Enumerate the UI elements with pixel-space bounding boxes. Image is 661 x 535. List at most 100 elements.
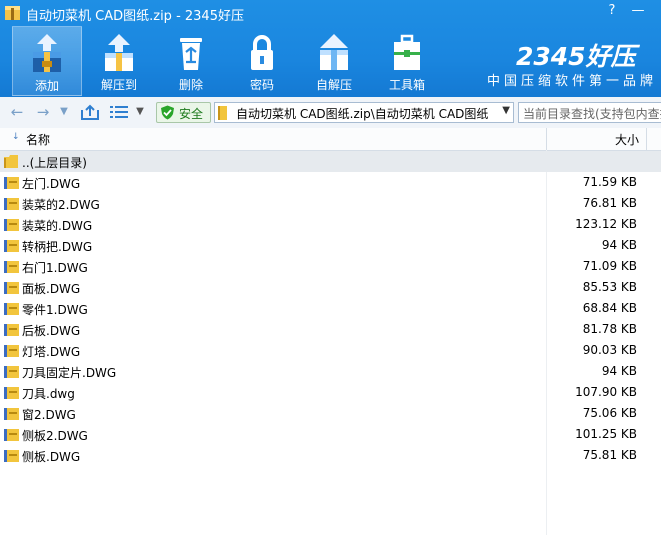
view-dropdown-icon[interactable]: ▼ [134, 103, 146, 121]
toolbar-area: 自动切菜机 CAD图纸.zip - 2345好压 ? — 添加 解压到 删除 密… [0, 0, 661, 97]
file-size: 75.81 KB [582, 448, 637, 462]
file-size: 90.03 KB [582, 343, 637, 357]
dwg-file-icon [4, 261, 19, 273]
file-name: 侧板.DWG [22, 450, 81, 464]
dwg-file-icon [4, 303, 19, 315]
file-row[interactable]: 装菜的2.DWG 76.81 KB [0, 193, 661, 214]
password-button-label: 密码 [249, 78, 274, 92]
file-row[interactable]: 侧板.DWG 75.81 KB [0, 445, 661, 466]
file-name: 窗2.DWG [22, 408, 76, 422]
file-row[interactable]: 装菜的.DWG 123.12 KB [0, 214, 661, 235]
file-list: ..(上层目录) 左门.DWG 71.59 KB 装菜的2.DWG 76.81 … [0, 151, 661, 535]
brand-slogan: 中国压缩软件第一品牌 [487, 74, 658, 89]
dwg-file-icon [4, 219, 19, 231]
extract-to-button-label: 解压到 [100, 78, 137, 92]
add-button-label: 添加 [34, 79, 59, 93]
dwg-file-icon [4, 177, 19, 189]
minimize-icon[interactable]: — [629, 3, 647, 19]
size-column-header[interactable]: 大小 [547, 128, 647, 150]
file-name: 刀具固定片.DWG [22, 366, 117, 380]
file-size: 101.25 KB [575, 427, 637, 441]
dwg-file-icon [4, 282, 19, 294]
dwg-file-icon [4, 366, 19, 378]
up-folder-icon[interactable] [80, 104, 100, 121]
title-bar: 自动切菜机 CAD图纸.zip - 2345好压 ? — [0, 0, 661, 26]
path-dropdown-icon[interactable]: ▼ [502, 105, 510, 116]
delete-button[interactable]: 删除 [156, 26, 226, 96]
dwg-file-icon [4, 429, 19, 441]
add-archive-icon [33, 34, 61, 72]
forward-arrow-icon[interactable]: → [34, 103, 52, 121]
path-text: 自动切菜机 CAD图纸.zip\自动切菜机 CAD图纸 [236, 107, 489, 121]
padlock-icon [251, 35, 273, 70]
safe-badge[interactable]: 安全 [156, 102, 211, 123]
file-name: 零件1.DWG [22, 303, 88, 317]
extract-to-button[interactable]: 解压到 [84, 26, 154, 96]
dwg-file-icon [4, 345, 19, 357]
file-row[interactable]: 面板.DWG 85.53 KB [0, 277, 661, 298]
path-field[interactable]: 自动切菜机 CAD图纸.zip\自动切菜机 CAD图纸 ▼ [214, 102, 514, 123]
dwg-file-icon [4, 324, 19, 336]
extract-to-icon [105, 34, 133, 71]
dwg-file-icon [4, 387, 19, 399]
password-button[interactable]: 密码 [227, 26, 297, 96]
file-row[interactable]: 转柄把.DWG 94 KB [0, 235, 661, 256]
view-list-icon[interactable] [110, 105, 128, 119]
file-name: 灯塔.DWG [22, 345, 81, 359]
size-column-label: 大小 [614, 133, 639, 147]
file-size: 107.90 KB [575, 385, 637, 399]
toolbox-icon [394, 34, 420, 70]
file-size: 123.12 KB [575, 217, 637, 231]
dwg-file-icon [4, 408, 19, 420]
file-name: 侧板2.DWG [22, 429, 88, 443]
file-name: 后板.DWG [22, 324, 81, 338]
help-icon[interactable]: ? [603, 3, 621, 19]
file-size: 94 KB [601, 238, 637, 252]
dwg-file-icon [4, 240, 19, 252]
back-arrow-icon[interactable]: ← [8, 103, 26, 121]
file-size: 76.81 KB [582, 196, 637, 210]
folder-icon [218, 106, 227, 120]
file-size: 75.06 KB [582, 406, 637, 420]
search-input[interactable]: 当前目录查找(支持包内查找) [518, 102, 661, 123]
file-row[interactable]: 后板.DWG 81.78 KB [0, 319, 661, 340]
file-size: 81.78 KB [582, 322, 637, 336]
sort-arrow-icon: ↓ [12, 132, 20, 142]
history-dropdown-icon[interactable]: ▼ [58, 103, 70, 121]
file-name: 左门.DWG [22, 177, 81, 191]
file-row[interactable]: 刀具固定片.DWG 94 KB [0, 361, 661, 382]
file-row[interactable]: 刀具.dwg 107.90 KB [0, 382, 661, 403]
delete-button-label: 删除 [178, 78, 203, 92]
file-row[interactable]: 零件1.DWG 68.84 KB [0, 298, 661, 319]
file-row[interactable]: 窗2.DWG 75.06 KB [0, 403, 661, 424]
self-extract-icon [320, 34, 348, 70]
dwg-file-icon [4, 198, 19, 210]
file-size: 71.09 KB [582, 259, 637, 273]
column-header: ↓ 名称 大小 [0, 128, 661, 151]
self-extract-button[interactable]: 自解压 [299, 26, 369, 96]
file-size: 94 KB [601, 364, 637, 378]
file-name: 装菜的.DWG [22, 219, 93, 233]
name-column-header[interactable]: ↓ 名称 [0, 128, 547, 150]
file-row[interactable]: 灯塔.DWG 90.03 KB [0, 340, 661, 361]
file-row[interactable]: 右门1.DWG 71.09 KB [0, 256, 661, 277]
parent-directory-row[interactable]: ..(上层目录) [0, 151, 661, 172]
file-size: 71.59 KB [582, 175, 637, 189]
toolbox-button[interactable]: 工具箱 [372, 26, 442, 96]
file-size: 68.84 KB [582, 301, 637, 315]
self-extract-button-label: 自解压 [315, 78, 352, 92]
safe-label: 安全 [179, 107, 204, 121]
folder-icon [4, 155, 18, 168]
parent-directory-label: ..(上层目录) [22, 156, 87, 170]
file-row[interactable]: 左门.DWG 71.59 KB [0, 172, 661, 193]
file-row[interactable]: 侧板2.DWG 101.25 KB [0, 424, 661, 445]
recycle-bin-icon [180, 38, 202, 70]
name-column-label: 名称 [26, 133, 51, 147]
file-name: 面板.DWG [22, 282, 81, 296]
shield-check-icon [161, 105, 174, 120]
file-name: 刀具.dwg [22, 387, 75, 401]
brand-logo: 2345好压 [516, 42, 636, 71]
toolbox-button-label: 工具箱 [388, 78, 425, 92]
file-name: 装菜的2.DWG [22, 198, 100, 212]
add-button[interactable]: 添加 [12, 26, 82, 96]
